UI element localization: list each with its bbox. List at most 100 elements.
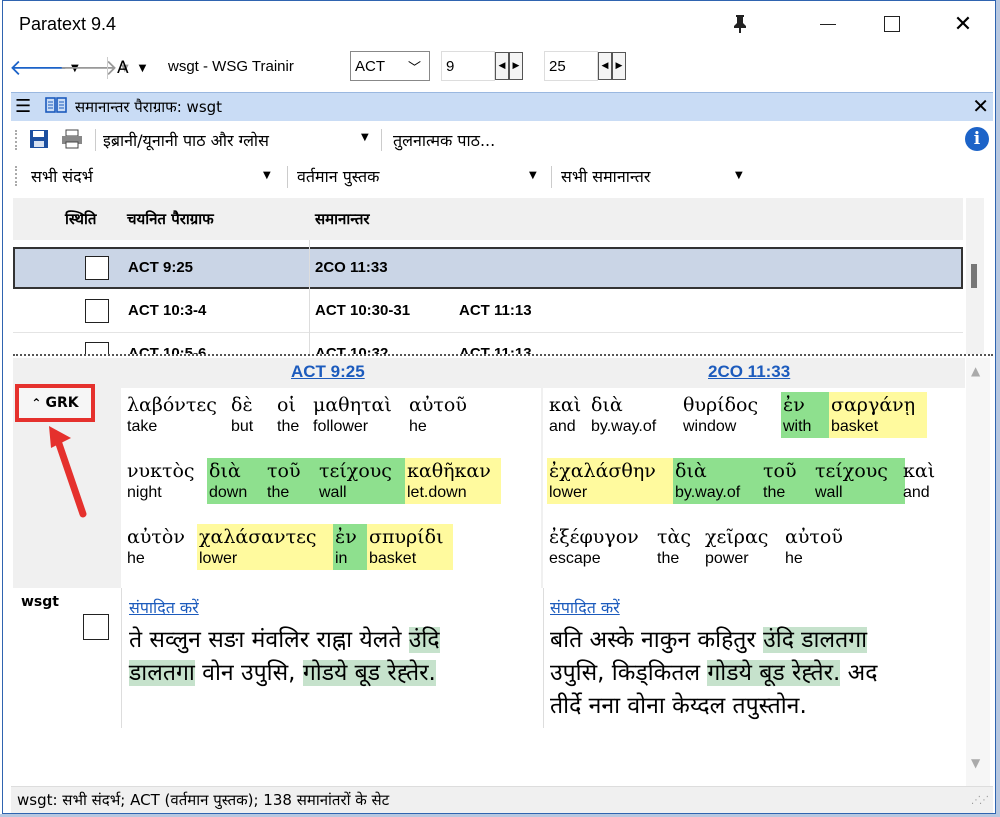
- interlinear-word[interactable]: αὐτοῦ he: [783, 524, 847, 570]
- scrollbar-thumb[interactable]: [971, 264, 977, 288]
- greek-word: καὶ: [903, 460, 936, 482]
- minimize-button[interactable]: [808, 7, 848, 41]
- comparison-scrollbar[interactable]: ▲ ▼: [966, 358, 990, 786]
- font-menu[interactable]: A ▼: [117, 55, 146, 81]
- separator: [381, 129, 382, 151]
- interlinear-word[interactable]: ἐχαλάσθην lower: [547, 458, 673, 504]
- interlinear-word[interactable]: διὰ by.way.of: [589, 392, 681, 438]
- gloss-word: take: [127, 418, 158, 435]
- chevron-down-icon: ﹀: [407, 60, 421, 75]
- gloss-word: he: [785, 550, 803, 567]
- gloss-word: lower: [199, 550, 238, 567]
- scroll-up-icon[interactable]: ▲: [971, 364, 980, 378]
- table-row[interactable]: ACT 10:3-4 ACT 10:30-31 ACT 11:13: [13, 290, 963, 333]
- verse-spinner[interactable]: 25 ◀ ▶: [544, 51, 626, 81]
- interlinear-word[interactable]: μαθηταὶ follower: [311, 392, 407, 438]
- chapter-next-button[interactable]: ▶: [509, 52, 523, 80]
- interlinear-word[interactable]: ἐν in: [333, 524, 369, 570]
- paratext-window: Paratext 9.4 ✕ 🡐 ▼ 🡒 ▼ A ▼ wsgt - WSG Tr…: [2, 0, 996, 814]
- book-filter[interactable]: वर्तमान पुस्तक ▼: [297, 158, 543, 194]
- interlinear-word[interactable]: καὶ and: [547, 392, 591, 438]
- interlinear-word[interactable]: σπυρίδι basket: [367, 524, 453, 570]
- gloss-word: down: [209, 484, 248, 501]
- chevron-down-icon: ▼: [263, 170, 271, 181]
- comparison-pane: ACT 9:25 2CO 11:33 λαβόντες take δὲ but οἱ th…: [13, 358, 965, 786]
- column-header-parallel[interactable]: समानान्तर: [315, 209, 370, 229]
- gloss-word: but: [231, 418, 254, 435]
- table-row[interactable]: ACT 10:5-6 ACT 10:32 ACT 11:13: [13, 333, 963, 354]
- chapter-prev-button[interactable]: ◀: [495, 52, 509, 80]
- project-selector[interactable]: wsgt - WSG Trainir: [163, 51, 347, 81]
- status-checkbox[interactable]: [85, 256, 109, 280]
- project-text-row: wsgt संपादित करें ते सव्लुन सङा मंवलिर र…: [13, 588, 965, 728]
- chapter-spinner[interactable]: 9 ◀ ▶: [441, 51, 523, 81]
- interlinear-word[interactable]: ἐξέφυγον escape: [547, 524, 657, 570]
- project-checkbox[interactable]: [83, 614, 109, 640]
- interlinear-word[interactable]: καὶ and: [901, 458, 941, 504]
- menu-icon[interactable]: ☰: [15, 96, 31, 117]
- print-icon[interactable]: [61, 129, 83, 149]
- chevron-down-icon: ▼: [361, 132, 369, 143]
- save-icon[interactable]: [29, 129, 49, 149]
- toolbar-grip: [15, 130, 20, 150]
- left-reference-link[interactable]: ACT 9:25: [291, 362, 365, 382]
- parallels-filter[interactable]: सभी समानान्तर ▼: [561, 158, 751, 194]
- verse-prev-button[interactable]: ◀: [598, 52, 612, 80]
- text-type-dropdown[interactable]: इब्रानी/यूनानी पाठ और ग्लोस ▼: [103, 122, 375, 156]
- chapter-value[interactable]: 9: [441, 51, 495, 81]
- parallel-ref: ACT 10:30-31: [315, 302, 411, 319]
- references-filter[interactable]: सभी संदर्भ ▼: [31, 158, 277, 194]
- text-span: अद: [840, 660, 878, 686]
- table-row[interactable]: ACT 9:25 2CO 11:33: [13, 247, 963, 289]
- interlinear-word[interactable]: τοῦ the: [265, 458, 317, 504]
- interlinear-word[interactable]: αὐτὸν he: [125, 524, 201, 570]
- interlinear-word[interactable]: χαλάσαντες lower: [197, 524, 333, 570]
- interlinear-word[interactable]: αὐτοῦ he: [407, 392, 477, 438]
- interlinear-word[interactable]: καθῆκαν let.down: [405, 458, 501, 504]
- pin-icon[interactable]: [720, 7, 760, 41]
- left-greek-column: λαβόντες take δὲ but οἱ the μαθηταὶ follower αὐτ…: [121, 388, 541, 588]
- status-checkbox[interactable]: [85, 342, 109, 354]
- interlinear-word[interactable]: οἱ the: [275, 392, 315, 438]
- grk-toggle-button[interactable]: ⌃ GRK: [15, 384, 95, 422]
- interlinear-word[interactable]: νυκτὸς night: [125, 458, 209, 504]
- interlinear-word[interactable]: διὰ down: [207, 458, 273, 504]
- gloss-word: escape: [549, 550, 601, 567]
- interlinear-word[interactable]: τοῦ the: [761, 458, 813, 504]
- text-line: ते सव्लुन सङा मंवलिर राह्ना येलते उंदि: [129, 624, 539, 657]
- interlinear-word[interactable]: λαβόντες take: [125, 392, 231, 438]
- greek-word: ἐχαλάσθην: [549, 460, 656, 482]
- edit-right-link[interactable]: संपादित करें: [550, 596, 620, 618]
- scroll-down-icon[interactable]: ▼: [971, 756, 980, 770]
- comparative-text-button[interactable]: तुलनात्मक पाठ...: [393, 129, 495, 151]
- verse-value[interactable]: 25: [544, 51, 598, 81]
- grid-scrollbar[interactable]: [966, 198, 984, 354]
- interlinear-word[interactable]: τείχους wall: [317, 458, 405, 504]
- column-divider: [309, 240, 310, 354]
- resize-grip-icon[interactable]: ⋰⋰: [971, 795, 989, 806]
- greek-word: λαβόντες: [127, 394, 217, 416]
- book-selector[interactable]: ACT ﹀: [350, 51, 430, 81]
- verse-next-button[interactable]: ▶: [612, 52, 626, 80]
- interlinear-word[interactable]: θυρίδος window: [681, 392, 783, 438]
- status-checkbox[interactable]: [85, 299, 109, 323]
- column-header-selected[interactable]: चयनित पैराग्राफ: [127, 209, 214, 229]
- maximize-button[interactable]: [872, 7, 912, 41]
- right-greek-column: καὶ and διὰ by.way.of θυρίδος window ἐν with σαρ…: [543, 388, 965, 588]
- greek-word: τείχους: [815, 460, 888, 482]
- interlinear-word[interactable]: τὰς the: [655, 524, 701, 570]
- info-icon[interactable]: i: [965, 127, 989, 151]
- interlinear-word[interactable]: διὰ by.way.of: [673, 458, 767, 504]
- interlinear-word[interactable]: χεῖρας power: [703, 524, 783, 570]
- panel-toolbar: इब्रानी/यूनानी पाठ और ग्लोस ▼ तुलनात्मक …: [11, 122, 993, 156]
- column-header-status[interactable]: स्थिति: [65, 209, 96, 229]
- interlinear-word[interactable]: δὲ but: [229, 392, 277, 438]
- interlinear-word[interactable]: σαργάνῃ basket: [829, 392, 927, 438]
- interlinear-word[interactable]: τείχους wall: [813, 458, 905, 504]
- gloss-word: and: [549, 418, 576, 435]
- close-window-button[interactable]: ✕: [943, 7, 983, 41]
- edit-left-link[interactable]: संपादित करें: [129, 596, 199, 618]
- interlinear-word[interactable]: ἐν with: [781, 392, 831, 438]
- right-reference-link[interactable]: 2CO 11:33: [708, 362, 790, 382]
- close-panel-icon[interactable]: ✕: [972, 94, 989, 118]
